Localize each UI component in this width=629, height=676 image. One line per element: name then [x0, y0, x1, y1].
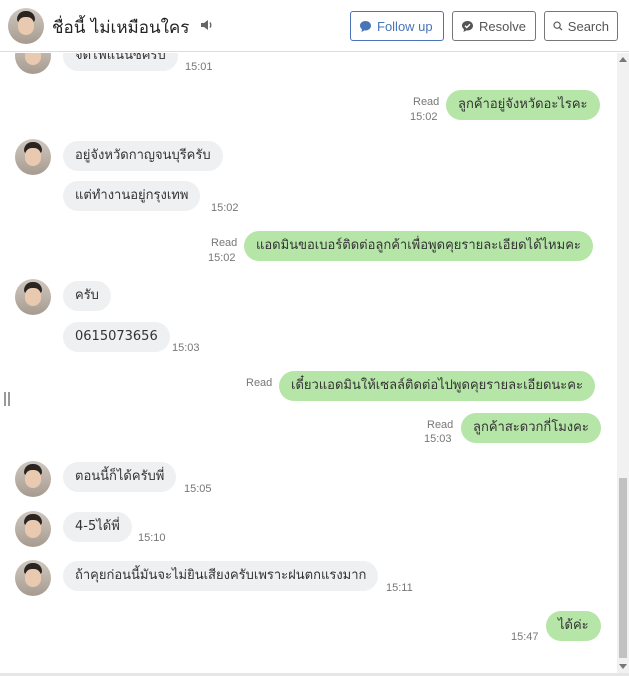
message-bubble[interactable]: ตอนนี้ก็ได้ครับพี่: [63, 462, 177, 492]
read-status: Read: [413, 96, 440, 108]
message-bubble[interactable]: แอดมินขอเบอร์ติดต่อลูกค้าเพื่อพูดคุยรายล…: [244, 231, 593, 261]
contact-avatar: [15, 279, 51, 315]
contact-avatar: [15, 139, 51, 175]
message-list[interactable]: จัดไฟแนนซ์ครับ 15:01 Read 15:02 ลูกค้าอย…: [0, 53, 617, 673]
message-bubble[interactable]: 4-5ได้พี่: [63, 512, 132, 542]
search-label: Search: [567, 18, 609, 34]
message-bubble[interactable]: 0615073656: [63, 322, 170, 352]
speech-bubble-icon: [360, 20, 371, 32]
scroll-up-arrow-icon[interactable]: [619, 57, 627, 62]
follow-up-label: Follow up: [377, 18, 433, 34]
resize-handle[interactable]: [4, 392, 10, 406]
contact-name: ชื่อนี้ ไม่เหมือนใคร: [52, 18, 190, 38]
message-bubble[interactable]: จัดไฟแนนซ์ครับ: [63, 53, 178, 71]
read-status: Read: [211, 237, 238, 249]
message-time: 15:11: [386, 582, 413, 594]
contact-avatar: [15, 461, 51, 497]
message-bubble[interactable]: อยู่จังหวัดกาญจนบุรีครับ: [63, 141, 223, 171]
message-time: 15:02: [211, 202, 239, 214]
speaker-icon[interactable]: [199, 17, 215, 33]
message-time: 15:03: [424, 433, 452, 445]
search-icon: [553, 21, 563, 31]
message-time: 15:05: [184, 483, 212, 495]
scroll-down-arrow-icon[interactable]: [619, 664, 627, 669]
message-time: 15:01: [185, 61, 213, 73]
search-button[interactable]: Search: [544, 11, 618, 41]
contact-avatar[interactable]: [8, 8, 44, 44]
read-status: Read: [246, 377, 273, 389]
message-bubble[interactable]: ลูกค้าสะดวกกี่โมงคะ: [461, 413, 601, 443]
message-time: 15:47: [511, 631, 539, 643]
resolve-label: Resolve: [479, 18, 526, 34]
scrollbar-thumb[interactable]: [619, 478, 627, 658]
message-time: 15:03: [172, 342, 200, 354]
chat-scrollbar[interactable]: [617, 53, 629, 673]
message-bubble[interactable]: ได้ค่ะ: [546, 611, 601, 641]
contact-avatar: [15, 53, 51, 74]
message-bubble[interactable]: ลูกค้าอยู่จังหวัดอะไรคะ: [446, 90, 600, 120]
contact-avatar: [15, 511, 51, 547]
message-bubble[interactable]: ถ้าคุยก่อนนี้มันจะไม่ยินเสียงครับเพราะฝน…: [63, 561, 379, 591]
message-time: 15:02: [208, 252, 236, 264]
chat-header: ชื่อนี้ ไม่เหมือนใคร Follow up Resolve S…: [0, 0, 629, 52]
message-bubble[interactable]: แต่ทำงานอยู่กรุงเทพ: [63, 181, 201, 211]
follow-up-button[interactable]: Follow up: [350, 11, 444, 41]
check-bubble-icon: [462, 20, 473, 32]
message-time: 15:02: [410, 111, 438, 123]
contact-avatar: [15, 560, 51, 596]
message-bubble[interactable]: เดี๋ยวแอดมินให้เซลล์ติดต่อไปพูดคุยรายละเ…: [279, 371, 595, 401]
read-status: Read: [427, 419, 454, 431]
message-time: 15:10: [138, 532, 166, 544]
message-bubble[interactable]: ครับ: [63, 281, 111, 311]
resolve-button[interactable]: Resolve: [452, 11, 536, 41]
